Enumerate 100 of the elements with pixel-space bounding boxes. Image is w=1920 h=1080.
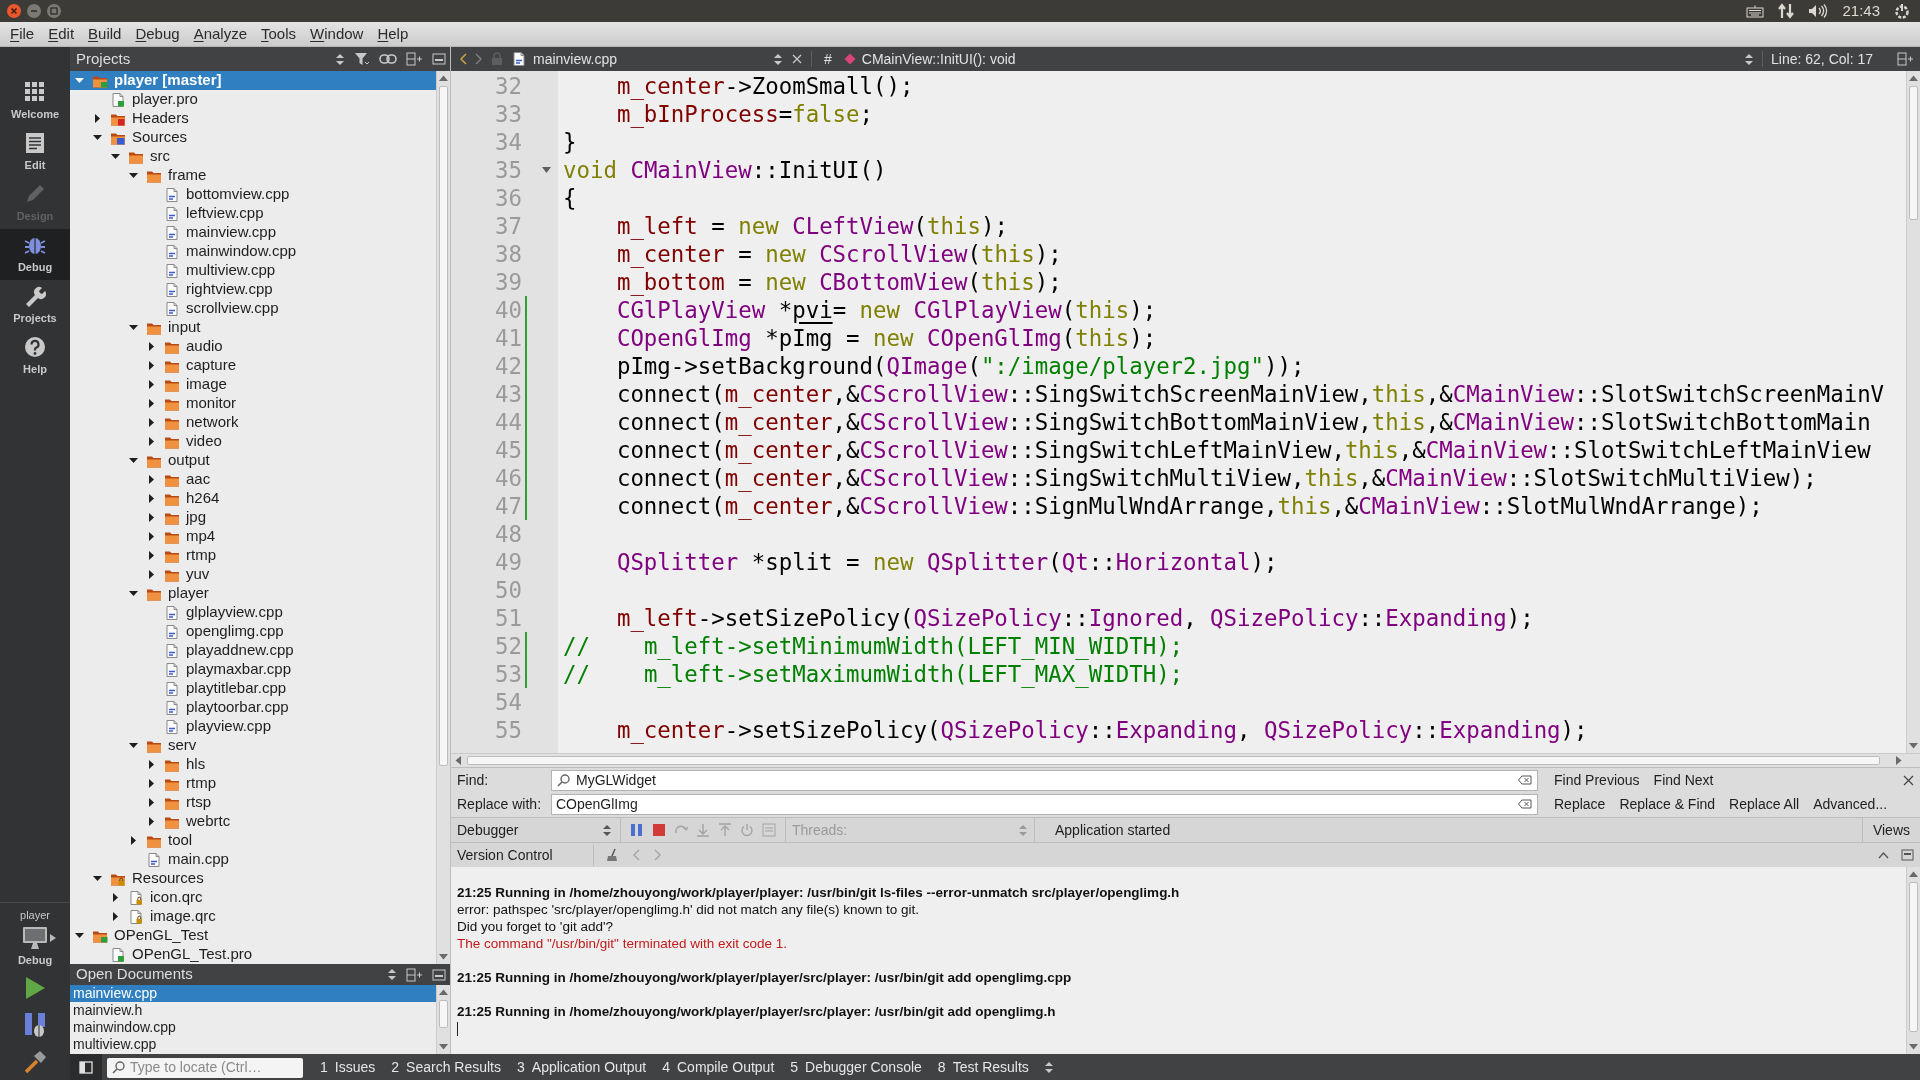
tree-item[interactable]: mainwindow.cpp (70, 242, 436, 261)
locate-field[interactable]: Type to locate (Ctrl… (107, 1057, 303, 1078)
mode-button[interactable]: Welcome (0, 76, 70, 127)
horizontal-scrollbar[interactable] (451, 753, 1920, 767)
caret-down-icon[interactable] (128, 171, 138, 180)
tree-item[interactable]: playtitlebar.cpp (70, 679, 436, 698)
minimize-icon[interactable] (26, 3, 42, 19)
tree-item[interactable]: mainview.cpp (70, 223, 436, 242)
broom-icon[interactable] (606, 848, 620, 862)
tree-item[interactable]: multiview.cpp (70, 261, 436, 280)
tree-item[interactable]: rightview.cpp (70, 280, 436, 299)
caret-right-icon[interactable] (146, 532, 156, 541)
tree-item[interactable]: scrollview.cpp (70, 299, 436, 318)
tree-item[interactable]: OPenGL_Test.pro (70, 945, 436, 964)
vertical-scrollbar[interactable] (436, 985, 450, 1054)
mode-button[interactable]: Edit (0, 127, 70, 178)
vertical-scrollbar[interactable] (436, 71, 450, 964)
close-pane-icon[interactable] (432, 967, 446, 982)
caret-right-icon[interactable] (146, 798, 156, 807)
tree-item[interactable]: network (70, 413, 436, 432)
caret-right-icon[interactable] (146, 779, 156, 788)
tree-item[interactable]: image (70, 375, 436, 394)
scrollbar-thumb[interactable] (1909, 882, 1918, 1032)
output-tab[interactable]: 4 Compile Output (655, 1056, 782, 1078)
updown-icon[interactable] (1043, 1060, 1054, 1074)
tree-item[interactable]: icon.qrc (70, 888, 436, 907)
caret-right-icon[interactable] (146, 760, 156, 769)
vertical-scrollbar[interactable] (1906, 867, 1920, 1054)
stop-icon[interactable] (652, 823, 666, 837)
text-button[interactable]: Replace All (1723, 793, 1806, 816)
text-button[interactable]: Replace & Find (1613, 793, 1722, 816)
scroll-up-arrow-icon[interactable] (1909, 75, 1918, 81)
tree-item[interactable]: leftview.cpp (70, 204, 436, 223)
text-button[interactable]: Replace (1548, 793, 1612, 816)
scroll-down-arrow-icon[interactable] (439, 1044, 448, 1050)
text-button[interactable]: Find Next (1647, 769, 1720, 792)
caret-down-icon[interactable] (92, 133, 102, 142)
speaker-icon[interactable] (1808, 3, 1829, 19)
pause-icon[interactable] (630, 823, 644, 837)
scrollbar-thumb[interactable] (467, 756, 1880, 765)
menu-item[interactable]: Edit (41, 22, 82, 46)
updown-icon[interactable] (335, 52, 345, 66)
menu-item[interactable]: Build (81, 22, 129, 46)
up-down-arrows-icon[interactable] (1778, 3, 1795, 19)
power-icon[interactable] (1894, 3, 1910, 19)
caret-right-icon[interactable] (146, 817, 156, 826)
mode-button[interactable]: Projects (0, 280, 70, 331)
replace-field[interactable]: COpenGlImg (551, 794, 1538, 815)
tree-item[interactable]: playview.cpp (70, 717, 436, 736)
caret-right-icon[interactable] (146, 513, 156, 522)
tree-item[interactable]: webrtc (70, 812, 436, 831)
menu-item[interactable]: Analyze (186, 22, 254, 46)
mode-button[interactable]: Debug (0, 229, 70, 280)
tree-item[interactable]: OPenGL_Test (70, 926, 436, 945)
tree-item[interactable]: rtmp (70, 546, 436, 565)
scroll-down-arrow-icon[interactable] (439, 954, 448, 960)
caret-right-icon[interactable] (146, 342, 156, 351)
menu-item[interactable]: Window (303, 22, 371, 46)
caret-down-icon[interactable] (92, 874, 102, 883)
split-icon[interactable] (406, 967, 423, 982)
clear-icon[interactable] (1518, 799, 1532, 809)
tree-item[interactable]: h264 (70, 489, 436, 508)
clear-icon[interactable] (1518, 775, 1532, 785)
tree-item[interactable]: image.qrc (70, 907, 436, 926)
maximize-icon[interactable] (1901, 849, 1914, 861)
caret-right-icon[interactable] (128, 836, 138, 845)
close-icon[interactable] (6, 3, 22, 19)
tree-item[interactable]: serv (70, 736, 436, 755)
fold-icon[interactable] (541, 166, 551, 174)
updown-icon[interactable] (387, 968, 397, 981)
maximize-icon[interactable] (46, 3, 62, 19)
caret-right-icon[interactable] (146, 494, 156, 503)
run-icon[interactable] (24, 976, 46, 1000)
document-item[interactable]: multiview.cpp (70, 1036, 436, 1053)
tree-item[interactable]: input (70, 318, 436, 337)
close-icon[interactable] (1903, 775, 1914, 786)
tree-item[interactable]: output (70, 451, 436, 470)
tree-item[interactable]: Resources (70, 869, 436, 888)
tree-item[interactable]: player (70, 584, 436, 603)
back-icon[interactable] (459, 53, 467, 65)
output-tab[interactable]: 1 Issues (313, 1056, 383, 1078)
menu-item[interactable]: Debug (128, 22, 187, 46)
mode-button[interactable]: Help (0, 331, 70, 382)
tree-item[interactable]: yuv (70, 565, 436, 584)
scroll-left-arrow-icon[interactable] (455, 756, 461, 765)
tree-item[interactable]: capture (70, 356, 436, 375)
tree-item[interactable]: player.pro (70, 90, 436, 109)
text-button[interactable]: Find Previous (1548, 769, 1646, 792)
document-item[interactable]: mainview.cpp (70, 985, 436, 1002)
caret-right-icon[interactable] (146, 380, 156, 389)
caret-down-icon[interactable] (128, 323, 138, 332)
text-button[interactable]: Advanced... (1807, 793, 1894, 816)
caret-right-icon[interactable] (146, 551, 156, 560)
tree-item[interactable]: openglimg.cpp (70, 622, 436, 641)
output-tab[interactable]: 5 Debugger Console (783, 1056, 929, 1078)
tree-item[interactable]: Sources (70, 128, 436, 147)
split-icon[interactable] (1897, 52, 1914, 66)
caret-right-icon[interactable] (146, 475, 156, 484)
menu-item[interactable]: Help (370, 22, 416, 46)
debug-run-icon[interactable] (23, 1012, 47, 1038)
